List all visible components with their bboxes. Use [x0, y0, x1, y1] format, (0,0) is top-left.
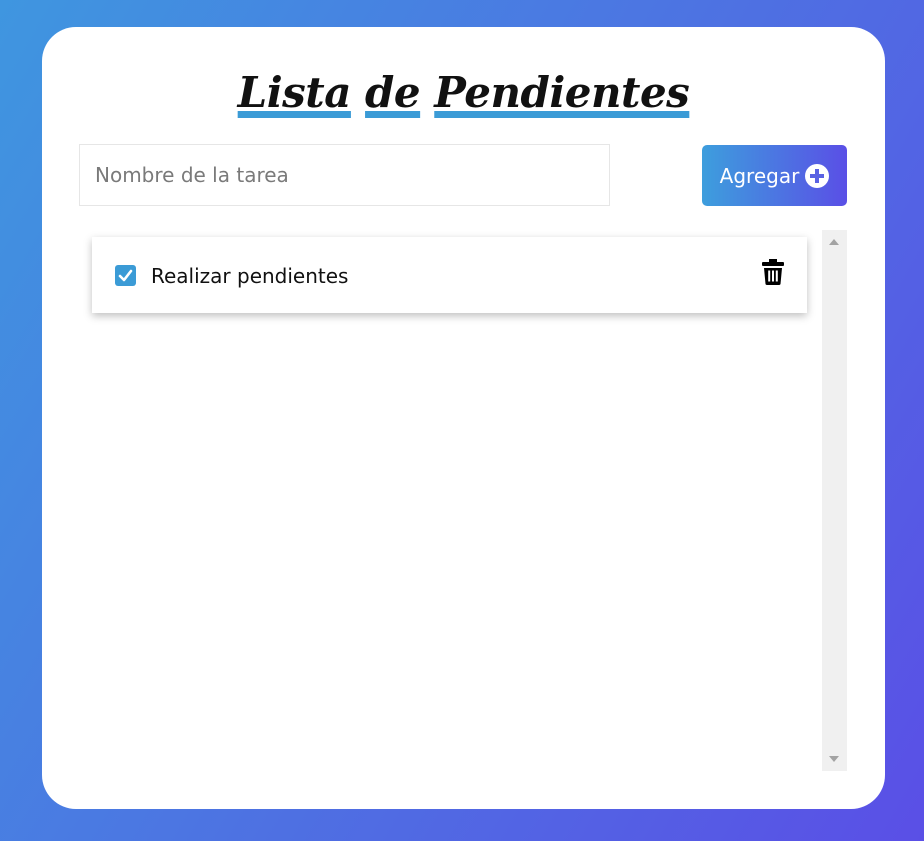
plus-circle-icon [805, 163, 830, 188]
task-name-input[interactable] [79, 144, 610, 206]
title-word-3: Pendientes [434, 68, 690, 117]
scroll-up-arrow-icon[interactable] [829, 239, 839, 245]
title-word-1: Lista [237, 68, 352, 117]
task-list-scrollbar[interactable] [822, 230, 847, 771]
title-word-2: de [365, 68, 421, 117]
add-task-button[interactable]: Agregar [702, 145, 847, 206]
task-list: Realizar pendientes [92, 237, 807, 313]
todo-card: Lista de Pendientes Agregar Realizar pen… [42, 27, 885, 809]
page-title: Lista de Pendientes [42, 65, 885, 121]
task-item: Realizar pendientes [92, 237, 807, 313]
checkmark-icon [118, 269, 133, 282]
trash-icon[interactable] [762, 259, 784, 285]
task-checkbox[interactable] [115, 265, 136, 286]
scroll-down-arrow-icon[interactable] [829, 756, 839, 762]
task-label: Realizar pendientes [151, 264, 349, 288]
add-button-label: Agregar [719, 163, 800, 188]
